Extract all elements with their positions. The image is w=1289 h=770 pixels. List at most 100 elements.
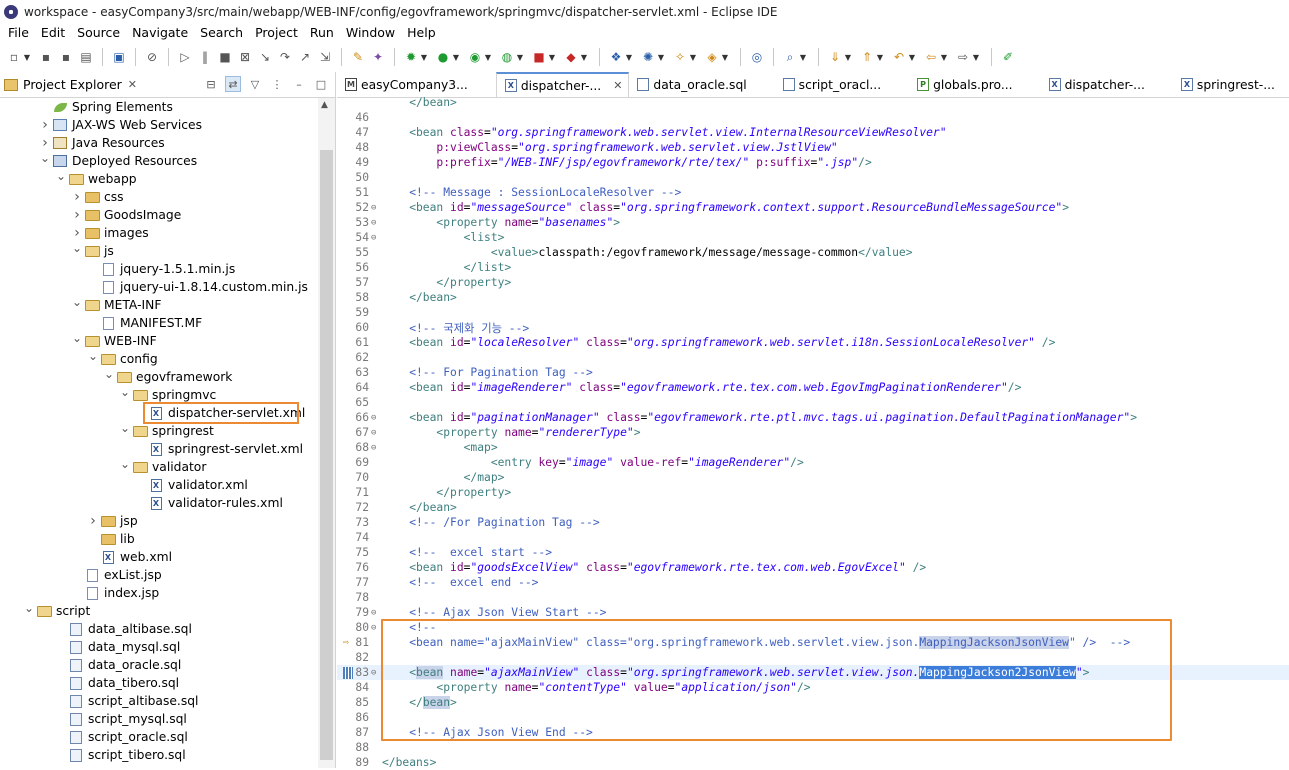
menu-edit[interactable]: Edit <box>41 25 65 40</box>
prev-annotation-dropdown-icon[interactable]: ▼ <box>876 49 884 65</box>
tree-item[interactable]: › images <box>70 224 149 242</box>
code-line[interactable]: 56 </list> <box>337 260 1289 275</box>
code-line[interactable]: 79 ⊖ <!-- Ajax Json View Start --> <box>337 605 1289 620</box>
chevron-down-icon[interactable]: ⌄ <box>118 457 132 471</box>
tree-item[interactable]: data_altibase.sql <box>54 620 192 638</box>
forward-icon[interactable]: ⇨ <box>955 49 971 65</box>
code-line[interactable]: 64 <bean id="imageRenderer" class="egovf… <box>337 380 1289 395</box>
chevron-right-icon[interactable]: › <box>70 189 84 205</box>
editor-tab[interactable]: MeasyCompany3... <box>337 72 496 97</box>
tree-item[interactable]: script_altibase.sql <box>54 692 198 710</box>
tree-item[interactable]: ⌄ config <box>86 349 158 368</box>
tree-item[interactable]: Xvalidator.xml <box>134 476 248 494</box>
tree-item[interactable]: › jsp <box>86 512 137 530</box>
next-annotation-icon[interactable]: ⇓ <box>827 49 843 65</box>
tree-item[interactable]: jquery-1.5.1.min.js <box>86 260 235 278</box>
tree-item[interactable]: ⌄ script <box>22 601 90 620</box>
code-line[interactable]: 46 <box>337 110 1289 125</box>
editor-tab[interactable]: Xspringrest-... <box>1173 72 1289 97</box>
fold-toggle-icon[interactable]: ⊖ <box>371 443 381 453</box>
wizard-icon[interactable]: ✧ <box>672 49 688 65</box>
tree-item[interactable]: data_oracle.sql <box>54 656 181 674</box>
scroll-up-icon[interactable]: ▲ <box>321 100 328 110</box>
chevron-down-icon[interactable]: ⌄ <box>38 151 52 165</box>
code-line[interactable]: 67 ⊖ <property name="rendererType"> <box>337 425 1289 440</box>
skip-breakpoints-icon[interactable]: ⊘ <box>144 49 160 65</box>
code-line[interactable]: 47 <bean class="org.springframework.web.… <box>337 125 1289 140</box>
last-edit-dropdown-icon[interactable]: ▼ <box>908 49 916 65</box>
tree-item[interactable]: ⌄ js <box>70 241 114 260</box>
close-icon[interactable]: ✕ <box>613 79 622 92</box>
tree-item[interactable]: › JAX-WS Web Services <box>38 116 202 134</box>
tab-project-explorer[interactable]: Project Explorer ✕ <box>0 73 141 97</box>
step-over-icon[interactable]: ↷ <box>277 49 293 65</box>
chevron-down-icon[interactable]: ⌄ <box>70 295 84 309</box>
next-annotation-dropdown-icon[interactable]: ▼ <box>844 49 852 65</box>
refactor-icon[interactable]: ✦ <box>370 49 386 65</box>
maximize-icon[interactable]: □ <box>313 76 329 92</box>
editor-tab[interactable]: script_oracl... <box>775 72 909 97</box>
code-line[interactable]: 61 <bean id="localeResolver" class="org.… <box>337 335 1289 350</box>
run-dropdown-icon[interactable]: ▼ <box>452 49 460 65</box>
tree-item[interactable]: script_mysql.sql <box>54 710 187 728</box>
menu-source[interactable]: Source <box>77 25 120 40</box>
tree-item[interactable]: Xspringrest-servlet.xml <box>134 440 303 458</box>
code-line[interactable]: 77 <!-- excel end --> <box>337 575 1289 590</box>
chevron-down-icon[interactable]: ⌄ <box>118 385 132 399</box>
code-line[interactable]: 71 </property> <box>337 485 1289 500</box>
tree-item[interactable]: ⌄ springrest <box>118 421 214 440</box>
code-line[interactable]: 54 ⊖ <list> <box>337 230 1289 245</box>
code-line[interactable]: 88 <box>337 740 1289 755</box>
globe-icon[interactable]: ◎ <box>749 49 765 65</box>
search-dropdown-icon[interactable]: ▼ <box>799 49 807 65</box>
chevron-right-icon[interactable]: › <box>86 513 100 529</box>
tree-item[interactable]: › Java Resources <box>38 134 165 152</box>
tree-item[interactable]: Xweb.xml <box>86 548 172 566</box>
fold-toggle-icon[interactable]: ⊖ <box>371 623 381 633</box>
open-type-icon[interactable]: ◈ <box>704 49 720 65</box>
print-icon[interactable]: ▤ <box>78 49 94 65</box>
code-line[interactable]: 51 <!-- Message : SessionLocaleResolver … <box>337 185 1289 200</box>
code-line[interactable]: </bean> <box>337 95 1289 110</box>
editor-tab[interactable]: Xdispatcher-... ✕ <box>495 72 630 97</box>
tree-item[interactable]: script_oracle.sql <box>54 728 188 746</box>
code-line[interactable]: 52 ⊖ <bean id="messageSource" class="org.… <box>337 200 1289 215</box>
fold-toggle-icon[interactable]: ⊖ <box>371 668 381 678</box>
pin-editor-icon[interactable]: ✐ <box>1000 49 1016 65</box>
tree-item[interactable]: exList.jsp <box>70 566 162 584</box>
tree-item[interactable]: Spring Elements <box>38 98 173 116</box>
view-menu-icon[interactable]: ⋮ <box>269 76 285 92</box>
new-class-icon[interactable]: ✺ <box>640 49 656 65</box>
tree-item[interactable]: ⌄ Deployed Resources <box>38 151 197 170</box>
tree-item[interactable]: jquery-ui-1.8.14.custom.min.js <box>86 278 308 296</box>
external-tools-dropdown-icon[interactable]: ▼ <box>516 49 524 65</box>
tree-item[interactable]: ⌄ validator <box>118 457 206 476</box>
code-line[interactable]: 63 <!-- For Pagination Tag --> <box>337 365 1289 380</box>
chevron-down-icon[interactable]: ⌄ <box>102 367 116 381</box>
fold-toggle-icon[interactable]: ⊖ <box>371 203 381 213</box>
editor-tab[interactable]: data_oracle.sql <box>629 72 774 97</box>
code-line[interactable]: 49 p:prefix="/WEB-INF/jsp/egovframework/… <box>337 155 1289 170</box>
forward-dropdown-icon[interactable]: ▼ <box>972 49 980 65</box>
code-line[interactable]: 50 <box>337 170 1289 185</box>
stop-server-dropdown-icon[interactable]: ▼ <box>548 49 556 65</box>
coverage-icon[interactable]: ◉ <box>467 49 483 65</box>
code-line[interactable]: 62 <box>337 350 1289 365</box>
fold-toggle-icon[interactable]: ⊖ <box>371 218 381 228</box>
debug-icon[interactable]: ✹ <box>403 49 419 65</box>
disconnect-icon[interactable]: ⊠ <box>237 49 253 65</box>
code-line[interactable]: 68 ⊖ <map> <box>337 440 1289 455</box>
step-return-icon[interactable]: ↗ <box>297 49 313 65</box>
build-icon[interactable]: ✎ <box>350 49 366 65</box>
deploy-icon[interactable]: ◆ <box>563 49 579 65</box>
open-type-dropdown-icon[interactable]: ▼ <box>721 49 729 65</box>
save-icon[interactable]: ▪ <box>38 49 54 65</box>
code-line[interactable]: 58 </bean> <box>337 290 1289 305</box>
chevron-right-icon[interactable]: › <box>70 225 84 241</box>
code-line[interactable]: 74 <box>337 530 1289 545</box>
new-class-dropdown-icon[interactable]: ▼ <box>657 49 665 65</box>
code-line[interactable]: 76 <bean id="goodsExcelView" class="egov… <box>337 560 1289 575</box>
terminal-icon[interactable]: ▣ <box>111 49 127 65</box>
tree-item[interactable]: ⌄ META-INF <box>70 295 161 314</box>
wizard-dropdown-icon[interactable]: ▼ <box>689 49 697 65</box>
